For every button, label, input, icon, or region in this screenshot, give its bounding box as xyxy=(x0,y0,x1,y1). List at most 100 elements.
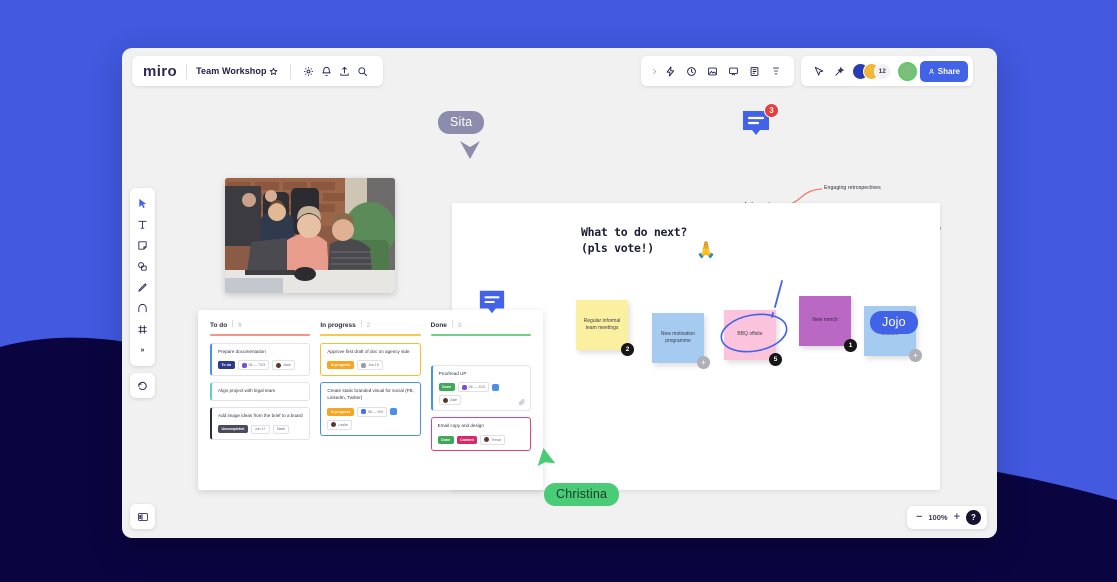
assignee-chip[interactable]: Leslie xyxy=(327,419,352,430)
cursor-label-christina: Christina xyxy=(544,483,620,506)
kanban-column-title: Done xyxy=(430,322,447,329)
zoom-out-button[interactable]: − xyxy=(916,512,922,523)
comment-bubble-icon xyxy=(479,290,505,314)
kanban-column-count: 2 xyxy=(366,323,371,329)
kanban-column-title: In progress xyxy=(320,322,356,329)
kanban-card[interactable]: Prepare documentation To do 06 — 7/23 Ja… xyxy=(210,342,311,377)
kanban-board[interactable]: To do 6 Prepare documentation To do 06 —… xyxy=(198,310,543,490)
kanban-card-text: Add image ideas from the brief to a boar… xyxy=(218,412,303,418)
sticky-note[interactable]: New merch 1 xyxy=(799,296,857,352)
avatar xyxy=(484,437,490,443)
kanban-column[interactable]: Done 3 Proofread UP Done 06 — J/13 Julie xyxy=(430,320,531,480)
undo-button[interactable] xyxy=(130,373,155,398)
kanban-card-text: Prepare documentation xyxy=(218,348,266,354)
mindmap-node-engaging-retrospectives[interactable]: Engaging retrospectives xyxy=(824,185,881,191)
date-chip[interactable]: 06 — J/13 xyxy=(457,382,490,393)
color-tag[interactable] xyxy=(492,383,500,391)
sticky-note[interactable]: Regular informal team meetings 2 xyxy=(576,300,634,356)
zoom-controls: − 100% + ? xyxy=(906,506,987,529)
label-chip[interactable]: Table xyxy=(272,424,290,434)
pen-icon xyxy=(138,283,147,292)
kanban-card[interactable]: Align project with legal team xyxy=(210,382,311,401)
calendar-icon xyxy=(461,384,467,390)
kanban-column-rule xyxy=(320,334,421,336)
assignee-chip[interactable]: Trevor xyxy=(480,434,506,445)
shapes-icon xyxy=(138,262,147,271)
kanban-card[interactable]: Email copy and design Done Content Trevo… xyxy=(430,417,531,451)
comment-count-badge[interactable]: 3 xyxy=(764,103,779,118)
status-chip[interactable]: In progress xyxy=(327,407,354,416)
board-photo[interactable] xyxy=(225,178,395,293)
avatar xyxy=(276,362,282,368)
miro-app-window: miro Team Workshop 12 Share Engaging ret… xyxy=(122,48,997,538)
sticky-note-text: New motivation programme xyxy=(660,330,696,344)
sticky-note-text: Regular informal team meetings xyxy=(583,317,621,331)
status-chip[interactable]: Done xyxy=(437,435,454,444)
status-chip[interactable]: To do xyxy=(218,361,235,370)
avatar xyxy=(331,422,337,428)
cursor-arrow-icon xyxy=(537,448,556,467)
kanban-column[interactable]: To do 6 Prepare documentation To do 06 —… xyxy=(210,320,311,480)
kanban-column-header: Done 3 xyxy=(431,320,531,329)
kanban-card-text: Approve first draft of doc on agency sid… xyxy=(327,348,410,354)
kanban-card-text: Email copy and design xyxy=(437,423,484,429)
kanban-card-chips: Uncompleted Jun 17 Table xyxy=(218,424,304,434)
kanban-column-rule xyxy=(210,334,311,336)
zoom-level[interactable]: 100% xyxy=(928,513,947,522)
kanban-card-assignees: Leslie xyxy=(327,419,414,430)
sticky-note[interactable]: New motivation programme + xyxy=(652,313,710,369)
vote-count-badge[interactable]: 2 xyxy=(621,343,634,356)
add-vote-button[interactable]: + xyxy=(909,349,922,362)
cursor-label-sita: Sita xyxy=(438,111,485,134)
text-tool[interactable] xyxy=(132,214,153,235)
status-chip[interactable]: In progress xyxy=(327,361,354,370)
kanban-card-chips: Done Content Trevor xyxy=(437,434,525,445)
help-button[interactable]: ? xyxy=(966,510,981,525)
frame-tool[interactable] xyxy=(132,319,153,340)
kanban-card[interactable]: Approve first draft of doc on agency sid… xyxy=(320,342,421,377)
vote-count-badge[interactable]: 1 xyxy=(844,339,857,352)
calendar-icon xyxy=(241,362,247,368)
board-canvas[interactable]: Effective teamwork Agile practices Engag… xyxy=(122,48,997,538)
kanban-column-count: 6 xyxy=(238,323,242,329)
zoom-in-button[interactable]: + xyxy=(954,512,960,523)
calendar-icon xyxy=(360,409,366,415)
shapes-tool[interactable] xyxy=(132,256,153,277)
pen-tool[interactable] xyxy=(132,277,153,298)
cursor-label-jojo: Jojo xyxy=(870,310,918,334)
status-chip[interactable]: Done xyxy=(438,383,455,392)
comment-pin-top[interactable]: 3 xyxy=(740,103,779,143)
comment-pin-kanban[interactable] xyxy=(477,288,507,321)
assignee-chip[interactable]: Jane xyxy=(272,360,295,371)
panel-toggle-button[interactable] xyxy=(130,504,155,529)
kanban-card[interactable]: Add image ideas from the brief to a boar… xyxy=(210,406,311,440)
kanban-card[interactable]: Proofread UP Done 06 — J/13 Julie xyxy=(430,364,531,412)
kanban-card-chips: Done 06 — J/13 xyxy=(438,382,525,393)
divider xyxy=(360,320,362,327)
kanban-card-text: Align project with legal team xyxy=(218,388,276,394)
date-chip[interactable]: 06 — 7/23 xyxy=(237,360,270,371)
kanban-column-count: 3 xyxy=(457,323,462,329)
kanban-column-rule xyxy=(430,334,531,336)
label-chip[interactable]: Content xyxy=(456,435,478,444)
date-chip[interactable]: 06 — H/9 xyxy=(356,406,388,417)
status-chip[interactable]: Uncompleted xyxy=(218,425,248,434)
text-icon xyxy=(138,220,147,229)
assignee-chip[interactable]: Julie xyxy=(438,395,462,406)
connector-tool[interactable] xyxy=(132,298,153,319)
divider xyxy=(232,320,234,327)
sticky-note-text: BBQ offsite xyxy=(737,331,763,338)
select-tool[interactable] xyxy=(132,193,153,214)
kanban-card[interactable]: Create static branded visual for social … xyxy=(320,382,421,436)
kanban-card-chips: In progress 06 — H/9 xyxy=(327,406,414,417)
vote-count-badge[interactable]: 5 xyxy=(769,353,782,366)
attachment-icon[interactable] xyxy=(518,398,526,406)
color-tag[interactable] xyxy=(390,408,398,416)
more-tools[interactable]: » xyxy=(132,340,153,361)
kanban-column[interactable]: In progress 2 Approve first draft of doc… xyxy=(320,320,421,480)
sticky-note[interactable]: BBQ offsite 5 xyxy=(724,310,782,366)
add-vote-button[interactable]: + xyxy=(697,356,710,369)
date-chip[interactable]: Jun 17 xyxy=(250,424,270,434)
sticky-note-tool[interactable] xyxy=(132,235,153,256)
date-chip[interactable]: Jun 19 xyxy=(356,360,383,371)
